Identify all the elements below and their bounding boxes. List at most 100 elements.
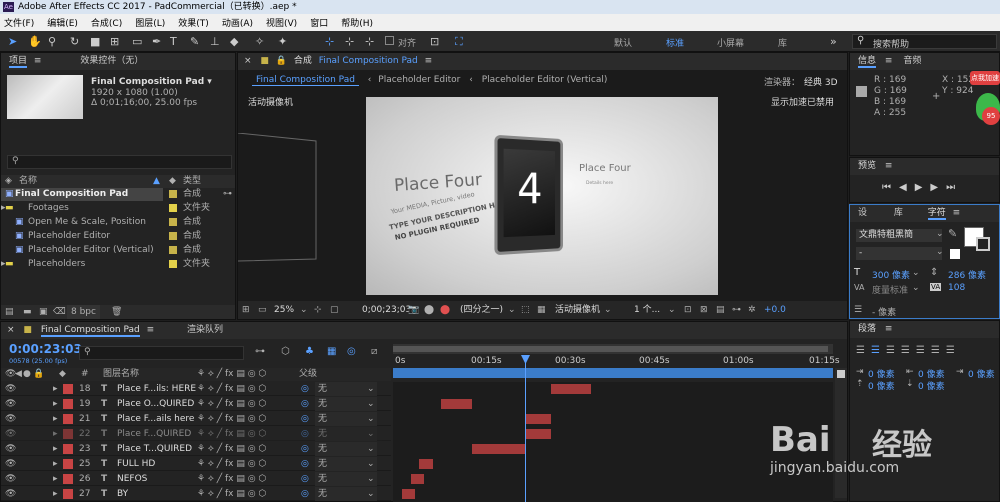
eye-icon[interactable]: 👁 — [5, 457, 16, 471]
hide-shy-layers-icon[interactable]: ♣ — [305, 346, 314, 357]
chevron-down-icon[interactable]: ⌄ — [367, 412, 375, 426]
layer-duration-bar[interactable] — [401, 489, 415, 499]
menu-file[interactable]: 文件(F) — [4, 16, 34, 29]
clone-stamp-tool-icon[interactable]: ⊥ — [210, 35, 220, 48]
workspace-small-screen[interactable]: 小屏幕 — [717, 36, 744, 49]
work-area-range[interactable] — [393, 346, 828, 352]
timeline-icon[interactable]: ▤ — [716, 301, 725, 319]
channel-icon[interactable]: ⬤ — [440, 301, 450, 319]
work-area-span[interactable] — [393, 368, 833, 378]
panel-menu-icon[interactable]: ≡ — [953, 208, 961, 218]
tab-info[interactable]: 信息 — [858, 56, 877, 68]
label-color-swatch[interactable] — [63, 384, 73, 394]
flowchart-icon[interactable]: ⊶ — [223, 188, 232, 201]
eye-icon[interactable]: 👁 — [5, 382, 16, 396]
selection-tool-icon[interactable]: ➤ — [8, 35, 17, 48]
justify-all-icon[interactable]: ☰ — [946, 345, 961, 356]
layer-row[interactable]: 👁 ▸ 26 T NEFOS ⚘ ⟡ ╱ fx ▤ ◎ ⬡ ◎ 无 ⌄ — [1, 472, 391, 486]
expand-arrow-icon[interactable]: ▸ — [53, 427, 58, 441]
exposure-icon[interactable]: ✲ — [748, 301, 756, 319]
parent-link-icon[interactable]: ◎ — [301, 457, 309, 471]
label-color-swatch[interactable] — [63, 444, 73, 454]
chevron-down-icon[interactable]: ⌄ — [936, 229, 944, 239]
layer-switches-icon[interactable]: ⚘ ⟡ ╱ fx ▤ ◎ ⬡ — [197, 397, 266, 411]
tab-effects-presets[interactable]: 设 — [858, 208, 867, 218]
eye-icon[interactable]: 👁 — [5, 487, 16, 501]
menu-effect[interactable]: 效果(T) — [178, 16, 209, 29]
expand-arrow-icon[interactable]: ▸ — [53, 442, 58, 456]
rectangle-tool-icon[interactable]: ▭ — [132, 35, 142, 48]
panel-menu-icon[interactable]: ≡ — [885, 161, 893, 171]
first-frame-icon[interactable]: ⏮ — [882, 182, 899, 193]
comp-tab-name[interactable]: Final Composition Pad — [319, 56, 418, 66]
space-after-value[interactable]: 0 像素 — [918, 379, 945, 392]
font-family-dropdown[interactable]: 文鼎特粗黑簡 — [856, 229, 942, 242]
breadcrumb-placeholder-vertical[interactable]: Placeholder Editor (Vertical) — [482, 75, 608, 85]
expand-arrow-icon[interactable]: ▸ — [53, 412, 58, 426]
workspace-default[interactable]: 默认 — [614, 36, 632, 49]
label-color-swatch[interactable] — [63, 414, 73, 424]
label-color-swatch[interactable] — [63, 474, 73, 484]
chevron-down-icon[interactable]: ⌄ — [367, 442, 375, 456]
snap-option-icon[interactable]: ⊡ — [430, 35, 439, 48]
layer-row[interactable]: 👁 ▸ 23 T Place T...QUIRED ⚘ ⟡ ╱ fx ▤ ◎ ⬡ ◎ 无 ⌄ — [1, 442, 391, 456]
menu-window[interactable]: 窗口 — [310, 16, 328, 29]
layer-duration-bar[interactable] — [419, 459, 433, 469]
label-color-swatch[interactable] — [63, 399, 73, 409]
zoom-tool-icon[interactable]: ⚲ — [48, 35, 56, 48]
layer-row[interactable]: 👁 ▸ 27 T BY ⚘ ⟡ ╱ fx ▤ ◎ ⬡ ◎ 无 ⌄ — [1, 487, 391, 501]
last-frame-icon[interactable]: ⏭ — [946, 182, 963, 193]
leading-value[interactable]: 286 像素 — [948, 268, 986, 281]
panel-menu-icon[interactable]: ≡ — [147, 325, 155, 335]
workspace-menu-icon[interactable]: » — [830, 35, 837, 48]
parent-link-icon[interactable]: ◎ — [301, 487, 309, 501]
hand-tool-icon[interactable]: ✋ — [28, 35, 42, 48]
chevron-down-icon[interactable]: ⌄ — [912, 283, 920, 293]
playhead[interactable] — [521, 355, 530, 502]
layer-switches-icon[interactable]: ⚘ ⟡ ╱ fx ▤ ◎ ⬡ — [197, 442, 266, 456]
draft-3d-icon[interactable]: ⬡ — [281, 346, 290, 357]
space-before-value[interactable]: 0 像素 — [868, 379, 895, 392]
layer-duration-bar[interactable] — [441, 399, 473, 409]
snap-feature-icon[interactable]: ⛶ — [455, 35, 463, 49]
fast-previews-icon[interactable]: ⊠ — [700, 301, 708, 319]
expand-arrow-icon[interactable]: ▸ — [53, 472, 58, 486]
eraser-tool-icon[interactable]: ◆ — [230, 35, 238, 48]
panel-menu-icon[interactable]: ≡ — [425, 56, 433, 66]
layer-name[interactable]: Place F...ils: HERE — [117, 382, 196, 396]
label-color-swatch[interactable] — [63, 429, 73, 439]
layer-duration-bar[interactable] — [551, 384, 591, 394]
tab-audio[interactable]: 音频 — [903, 56, 921, 66]
toggle-pixel-aspect-icon[interactable]: ⊡ — [684, 301, 692, 319]
close-icon[interactable]: × — [7, 325, 15, 335]
project-item[interactable]: ▣ Final Composition Pad — [1, 188, 163, 201]
scrollbar-thumb[interactable] — [837, 370, 845, 378]
menu-help[interactable]: 帮助(H) — [341, 16, 373, 29]
expand-arrow-icon[interactable]: ▸ — [53, 487, 58, 501]
layer-name[interactable]: Place F...QUIRED — [117, 427, 191, 441]
screen-icon[interactable]: ▭ — [258, 301, 267, 319]
snapshot-icon[interactable]: 📷 — [408, 301, 419, 319]
chevron-down-icon[interactable]: ⌄ — [367, 457, 375, 471]
previous-frame-icon[interactable]: ◀ — [899, 182, 915, 193]
layer-duration-bar[interactable] — [525, 414, 552, 424]
tab-character[interactable]: 字符 — [927, 208, 946, 220]
pan-behind-tool-icon[interactable]: ⊞ — [110, 35, 119, 48]
kerning-value[interactable]: 度量标准 — [872, 283, 908, 296]
align-center-icon[interactable]: ☰ — [871, 345, 886, 356]
help-search-box[interactable]: ⚲ 搜索帮助 — [852, 34, 997, 50]
label-color-swatch[interactable] — [169, 204, 177, 212]
type-tool-icon[interactable]: T — [170, 35, 177, 48]
layer-name[interactable]: NEFOS — [117, 472, 147, 486]
eye-icon[interactable]: 👁 — [5, 442, 16, 456]
tab-timeline-comp[interactable]: Final Composition Pad — [40, 325, 140, 337]
layer-switches-icon[interactable]: ⚘ ⟡ ╱ fx ▤ ◎ ⬡ — [197, 457, 266, 471]
menu-animation[interactable]: 动画(A) — [222, 16, 253, 29]
expand-arrow-icon[interactable]: ▸ — [53, 382, 58, 396]
camera-dropdown[interactable]: 活动摄像机 — [555, 301, 600, 319]
chevron-down-icon[interactable]: ⌄ — [367, 487, 375, 501]
layer-name[interactable]: Place F...ails here — [117, 412, 194, 426]
layer-switches-icon[interactable]: ⚘ ⟡ ╱ fx ▤ ◎ ⬡ — [197, 487, 266, 501]
layer-name[interactable]: FULL HD — [117, 457, 155, 471]
bit-depth-button[interactable]: 8 bpc — [67, 305, 100, 319]
